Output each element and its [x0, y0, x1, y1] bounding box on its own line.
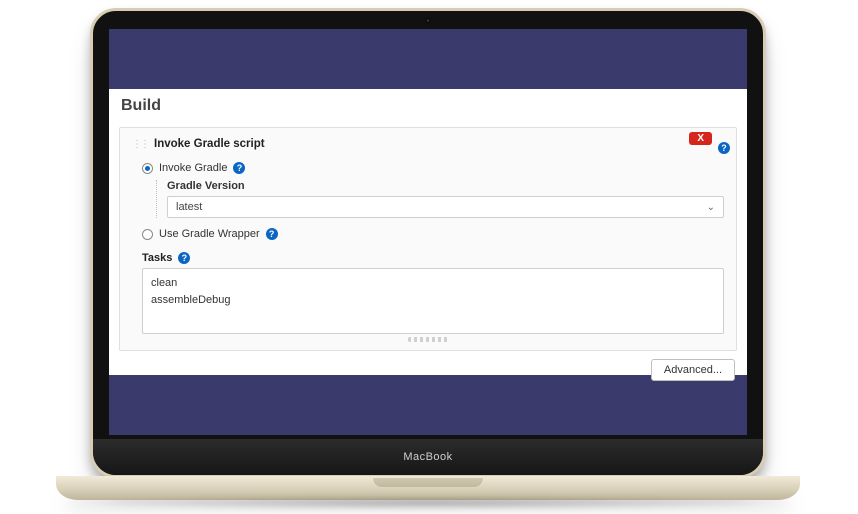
- gradle-version-label: Gradle Version: [167, 180, 724, 192]
- radio-invoke-gradle[interactable]: [142, 163, 153, 174]
- gradle-version-block: Gradle Version latest ⌄: [156, 180, 724, 218]
- macbook-brand: MacBook: [403, 451, 452, 463]
- label-invoke-gradle: Invoke Gradle: [159, 162, 227, 174]
- macbook-chin: MacBook: [93, 439, 763, 475]
- help-icon[interactable]: ?: [178, 252, 190, 264]
- panel-footer: Advanced...: [109, 351, 747, 387]
- macbook-frame: Build X ? ⋮⋮ Invoke Gradle script Invoke…: [90, 8, 766, 478]
- build-step-panel: X ? ⋮⋮ Invoke Gradle script Invoke Gradl…: [119, 127, 737, 351]
- chevron-down-icon: ⌄: [707, 202, 715, 213]
- tasks-label: Tasks: [142, 252, 172, 264]
- panel-title-row: ⋮⋮ Invoke Gradle script: [132, 138, 724, 150]
- help-icon[interactable]: ?: [266, 228, 278, 240]
- macbook-base: [56, 476, 800, 500]
- help-icon[interactable]: ?: [718, 142, 730, 154]
- radio-use-wrapper[interactable]: [142, 229, 153, 240]
- tasks-textarea[interactable]: [142, 268, 724, 334]
- delete-step-button[interactable]: X: [689, 132, 712, 145]
- screen: Build X ? ⋮⋮ Invoke Gradle script Invoke…: [109, 29, 747, 435]
- help-icon[interactable]: ?: [233, 162, 245, 174]
- drag-handle-icon[interactable]: ⋮⋮: [132, 139, 148, 150]
- label-use-wrapper: Use Gradle Wrapper: [159, 228, 260, 240]
- section-title: Build: [109, 89, 747, 121]
- panel-title: Invoke Gradle script: [154, 138, 265, 150]
- option-use-wrapper[interactable]: Use Gradle Wrapper ?: [142, 228, 724, 240]
- option-invoke-gradle[interactable]: Invoke Gradle ?: [142, 162, 724, 174]
- resize-grip-icon[interactable]: [408, 337, 448, 342]
- build-config-panel: Build X ? ⋮⋮ Invoke Gradle script Invoke…: [109, 89, 747, 375]
- macbook-bezel: Build X ? ⋮⋮ Invoke Gradle script Invoke…: [90, 8, 766, 478]
- gradle-version-value: latest: [176, 201, 202, 213]
- tasks-label-row: Tasks ?: [142, 252, 724, 264]
- advanced-button[interactable]: Advanced...: [651, 359, 735, 381]
- gradle-version-select[interactable]: latest ⌄: [167, 196, 724, 218]
